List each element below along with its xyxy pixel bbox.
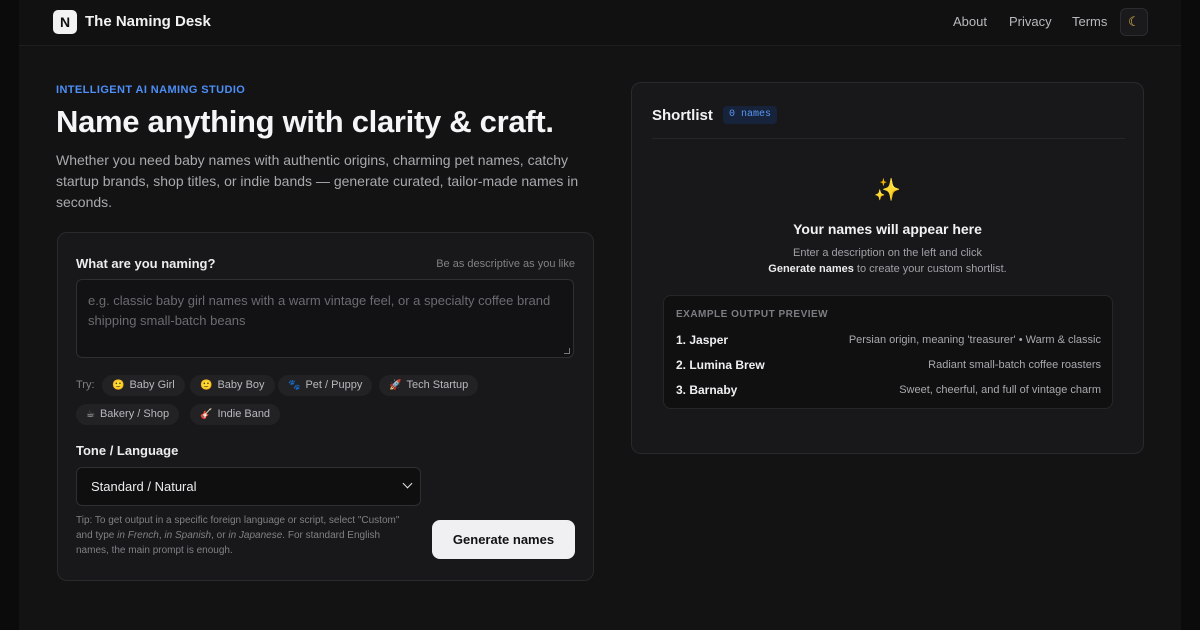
chip-label: Pet / Puppy (305, 379, 363, 391)
chip-indie-band[interactable]: 🎸 Indie Band (190, 404, 281, 425)
naming-form-card: What are you naming? Be as descriptive a… (57, 232, 594, 581)
page-title: Name anything with clarity & craft. (56, 104, 554, 139)
example-meta: Radiant small-batch coffee roasters (928, 359, 1101, 371)
theme-toggle-button[interactable]: ☾ (1120, 8, 1148, 36)
try-label: Try: (76, 379, 95, 391)
name-count-badge: 0 names (723, 106, 778, 124)
empty-state-description: Enter a description on the left and clic… (632, 245, 1143, 277)
naming-label: What are you naming? (76, 256, 216, 271)
empty-desc-line: Enter a description on the left and clic… (793, 247, 982, 259)
empty-desc-bold: Generate names (768, 263, 854, 275)
example-preview: EXAMPLE OUTPUT PREVIEW 1. Jasper Persian… (663, 295, 1113, 409)
chip-bakery-shop[interactable]: ☕ Bakery / Shop (76, 404, 180, 425)
example-heading: EXAMPLE OUTPUT PREVIEW (676, 309, 829, 320)
shortlist-card: Shortlist 0 names ✨ Your names will appe… (631, 82, 1144, 454)
chip-pet-puppy[interactable]: 🐾 Pet / Puppy (278, 375, 373, 396)
chip-label: Bakery / Shop (99, 408, 170, 420)
tip-example: in Japanese (228, 530, 283, 541)
tone-label: Tone / Language (76, 443, 179, 458)
empty-state-title: Your names will appear here (793, 221, 982, 237)
tone-selected-value: Standard / Natural (91, 479, 197, 494)
guitar-icon: 🎸 (200, 409, 213, 420)
paw-icon: 🐾 (288, 380, 301, 391)
chip-baby-girl[interactable]: 🙂 Baby Girl (102, 375, 185, 396)
nav-privacy-link[interactable]: Privacy (1009, 14, 1052, 29)
moon-icon: ☾ (1128, 14, 1140, 29)
tip-part: , or (211, 530, 229, 541)
chevron-down-icon (402, 478, 413, 489)
tone-select[interactable]: Standard / Natural (76, 467, 421, 506)
textarea-placeholder: e.g. classic baby girl names with a warm… (88, 293, 551, 328)
generate-button[interactable]: Generate names (432, 520, 575, 559)
rocket-icon: 🚀 (389, 380, 402, 391)
chip-label: Tech Startup (406, 379, 469, 391)
brand-name[interactable]: The Naming Desk (85, 13, 211, 30)
example-name: 2. Lumina Brew (676, 358, 765, 372)
page: N The Naming Desk About Privacy Terms ☾ … (19, 0, 1181, 630)
chip-label: Baby Girl (129, 379, 175, 391)
tip-text: Tip: To get output in a specific foreign… (76, 513, 406, 558)
description-textarea[interactable]: e.g. classic baby girl names with a warm… (76, 279, 574, 358)
resize-handle-icon[interactable] (564, 348, 570, 354)
baby-icon: 🙂 (112, 380, 125, 391)
shortlist-title: Shortlist (652, 107, 713, 124)
chip-label: Baby Boy (217, 379, 265, 391)
chip-tech-startup[interactable]: 🚀 Tech Startup (379, 375, 479, 396)
naming-hint: Be as descriptive as you like (436, 258, 575, 270)
example-name: 3. Barnaby (676, 383, 738, 397)
chip-baby-boy[interactable]: 🙂 Baby Boy (190, 375, 275, 396)
baby-icon: 🙂 (200, 380, 213, 391)
divider (652, 138, 1125, 139)
nav-about-link[interactable]: About (953, 14, 987, 29)
top-bar: N The Naming Desk About Privacy Terms ☾ (19, 0, 1181, 46)
example-meta: Persian origin, meaning 'treasurer' • Wa… (848, 334, 1101, 346)
example-meta: Sweet, cheerful, and full of vintage cha… (899, 384, 1101, 396)
sparkle-icon: ✨ (873, 177, 902, 202)
tip-example: in French (117, 530, 159, 541)
logo-icon[interactable]: N (53, 10, 77, 34)
chip-label: Indie Band (217, 408, 271, 420)
hero-eyebrow: INTELLIGENT AI NAMING STUDIO (56, 84, 246, 96)
example-name: 1. Jasper (676, 333, 729, 347)
tip-example: in Spanish (164, 530, 212, 541)
empty-desc-line: to create your custom shortlist. (853, 263, 1007, 275)
cup-icon: ☕ (86, 409, 95, 420)
hero-subtitle: Whether you need baby names with authent… (56, 152, 579, 210)
nav-terms-link[interactable]: Terms (1072, 14, 1107, 29)
